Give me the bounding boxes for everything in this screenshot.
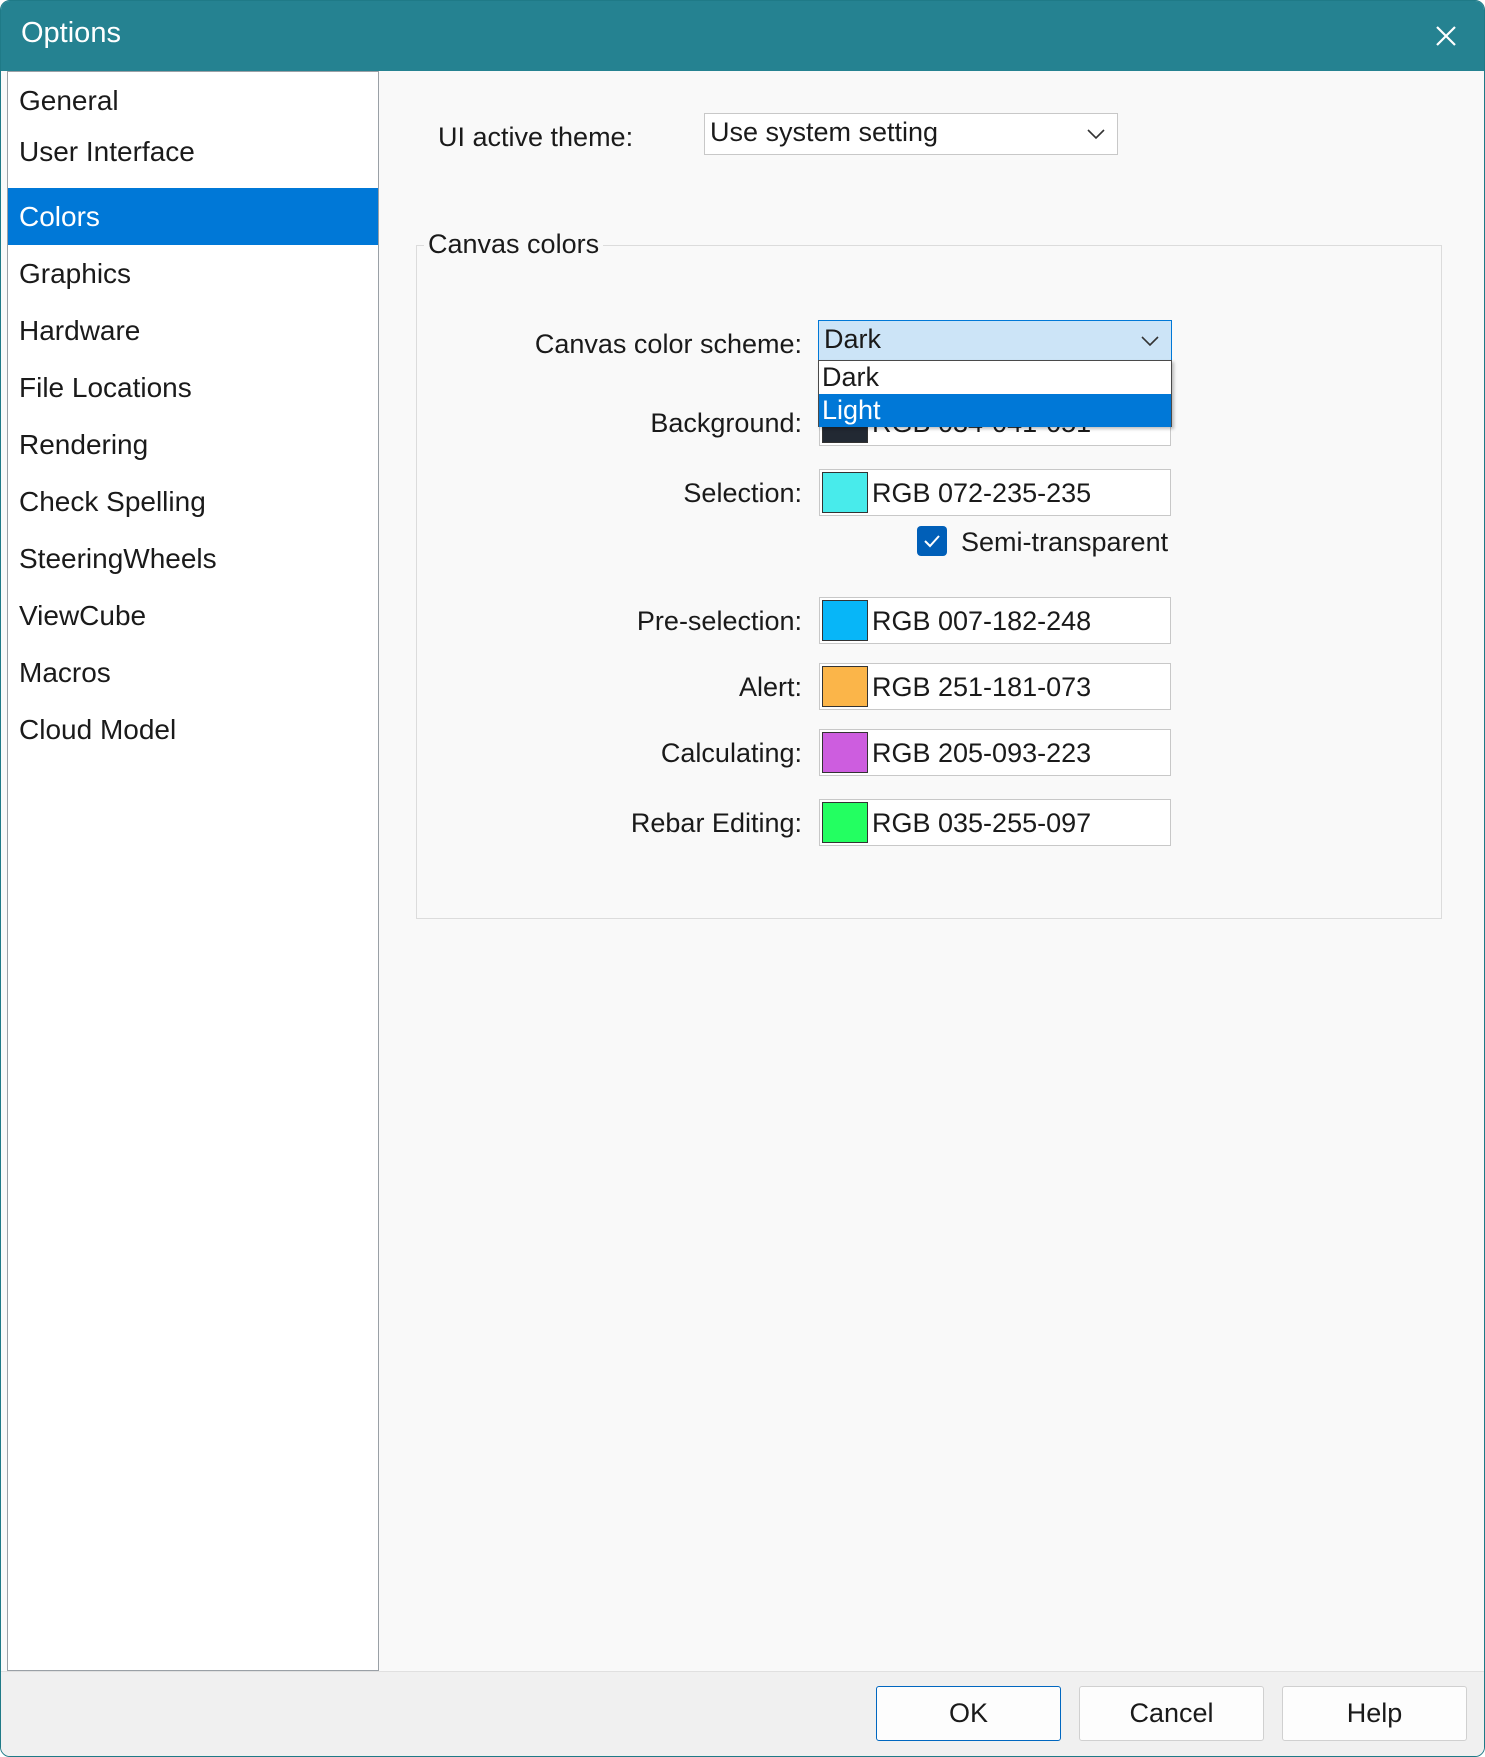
selection-rgb: RGB 072-235-235 [872,478,1092,508]
rebar-editing-label: Rebar Editing: [630,808,802,838]
alert-rgb: RGB 251-181-073 [872,672,1092,702]
dialog-title: Options [21,17,121,49]
title-bar: Options [1,1,1484,71]
alert-swatch [822,666,868,707]
options-content-panel: UI active theme: Use system setting Canv… [379,71,1484,1671]
canvas-scheme-label: Canvas color scheme: [534,329,802,359]
sidebar-item-steeringwheels[interactable]: SteeringWheels [8,530,378,587]
options-dialog: Options General User Interface Colors Gr… [0,0,1485,1757]
options-category-list: General User Interface Colors Graphics H… [7,71,379,1671]
ui-theme-dropdown[interactable]: Use system setting [704,113,1118,155]
sidebar-item-hardware[interactable]: Hardware [8,302,378,359]
pre-selection-label: Pre-selection: [636,606,802,636]
close-icon [1436,26,1456,46]
sidebar-item-general[interactable]: General [8,72,378,129]
calculating-swatch [822,732,868,773]
sidebar-item-viewcube[interactable]: ViewCube [8,587,378,644]
sidebar-item-rendering[interactable]: Rendering [8,416,378,473]
sidebar-item-file-locations[interactable]: File Locations [8,359,378,416]
semi-transparent-checkbox[interactable] [917,526,947,556]
cancel-button[interactable]: Cancel [1079,1686,1264,1741]
checkmark-icon [924,535,940,548]
help-button[interactable]: Help [1282,1686,1467,1741]
canvas-scheme-dropdown[interactable]: Dark [818,320,1172,362]
pre-selection-rgb: RGB 007-182-248 [872,606,1092,636]
alert-label: Alert: [738,672,802,702]
sidebar-item-graphics[interactable]: Graphics [8,245,378,302]
calculating-rgb: RGB 205-093-223 [872,738,1092,768]
alert-color-field[interactable]: RGB 251-181-073 [819,663,1171,710]
sidebar-item-colors[interactable]: Colors [8,188,378,245]
scheme-option-light[interactable]: Light [819,394,1171,427]
sidebar-item-user-interface[interactable]: User Interface [8,123,378,180]
selection-label: Selection: [683,478,802,508]
ui-theme-value: Use system setting [710,117,939,147]
selection-swatch [822,472,868,513]
rebar-editing-rgb: RGB 035-255-097 [872,808,1092,838]
semi-transparent-label: Semi-transparent [961,527,1169,557]
rebar-editing-color-field[interactable]: RGB 035-255-097 [819,799,1171,846]
background-label: Background: [650,408,802,438]
selection-color-field[interactable]: RGB 072-235-235 [819,469,1171,516]
rebar-editing-swatch [822,802,868,843]
sidebar-item-cloud-model[interactable]: Cloud Model [8,701,378,758]
pre-selection-swatch [822,600,868,641]
chevron-down-icon [1087,129,1105,140]
canvas-scheme-value: Dark [824,324,882,354]
sidebar-item-check-spelling[interactable]: Check Spelling [8,473,378,530]
calculating-label: Calculating: [660,738,802,768]
scheme-option-dark[interactable]: Dark [819,361,1171,394]
ok-button[interactable]: OK [876,1686,1061,1741]
ui-theme-label: UI active theme: [438,122,634,152]
dialog-footer: OK Cancel Help [1,1671,1484,1756]
chevron-down-icon [1141,336,1159,347]
sidebar-item-macros[interactable]: Macros [8,644,378,701]
close-button[interactable] [1428,18,1464,54]
pre-selection-color-field[interactable]: RGB 007-182-248 [819,597,1171,644]
canvas-colors-title: Canvas colors [424,229,604,260]
canvas-scheme-options-list: Dark Light [818,360,1172,427]
calculating-color-field[interactable]: RGB 205-093-223 [819,729,1171,776]
